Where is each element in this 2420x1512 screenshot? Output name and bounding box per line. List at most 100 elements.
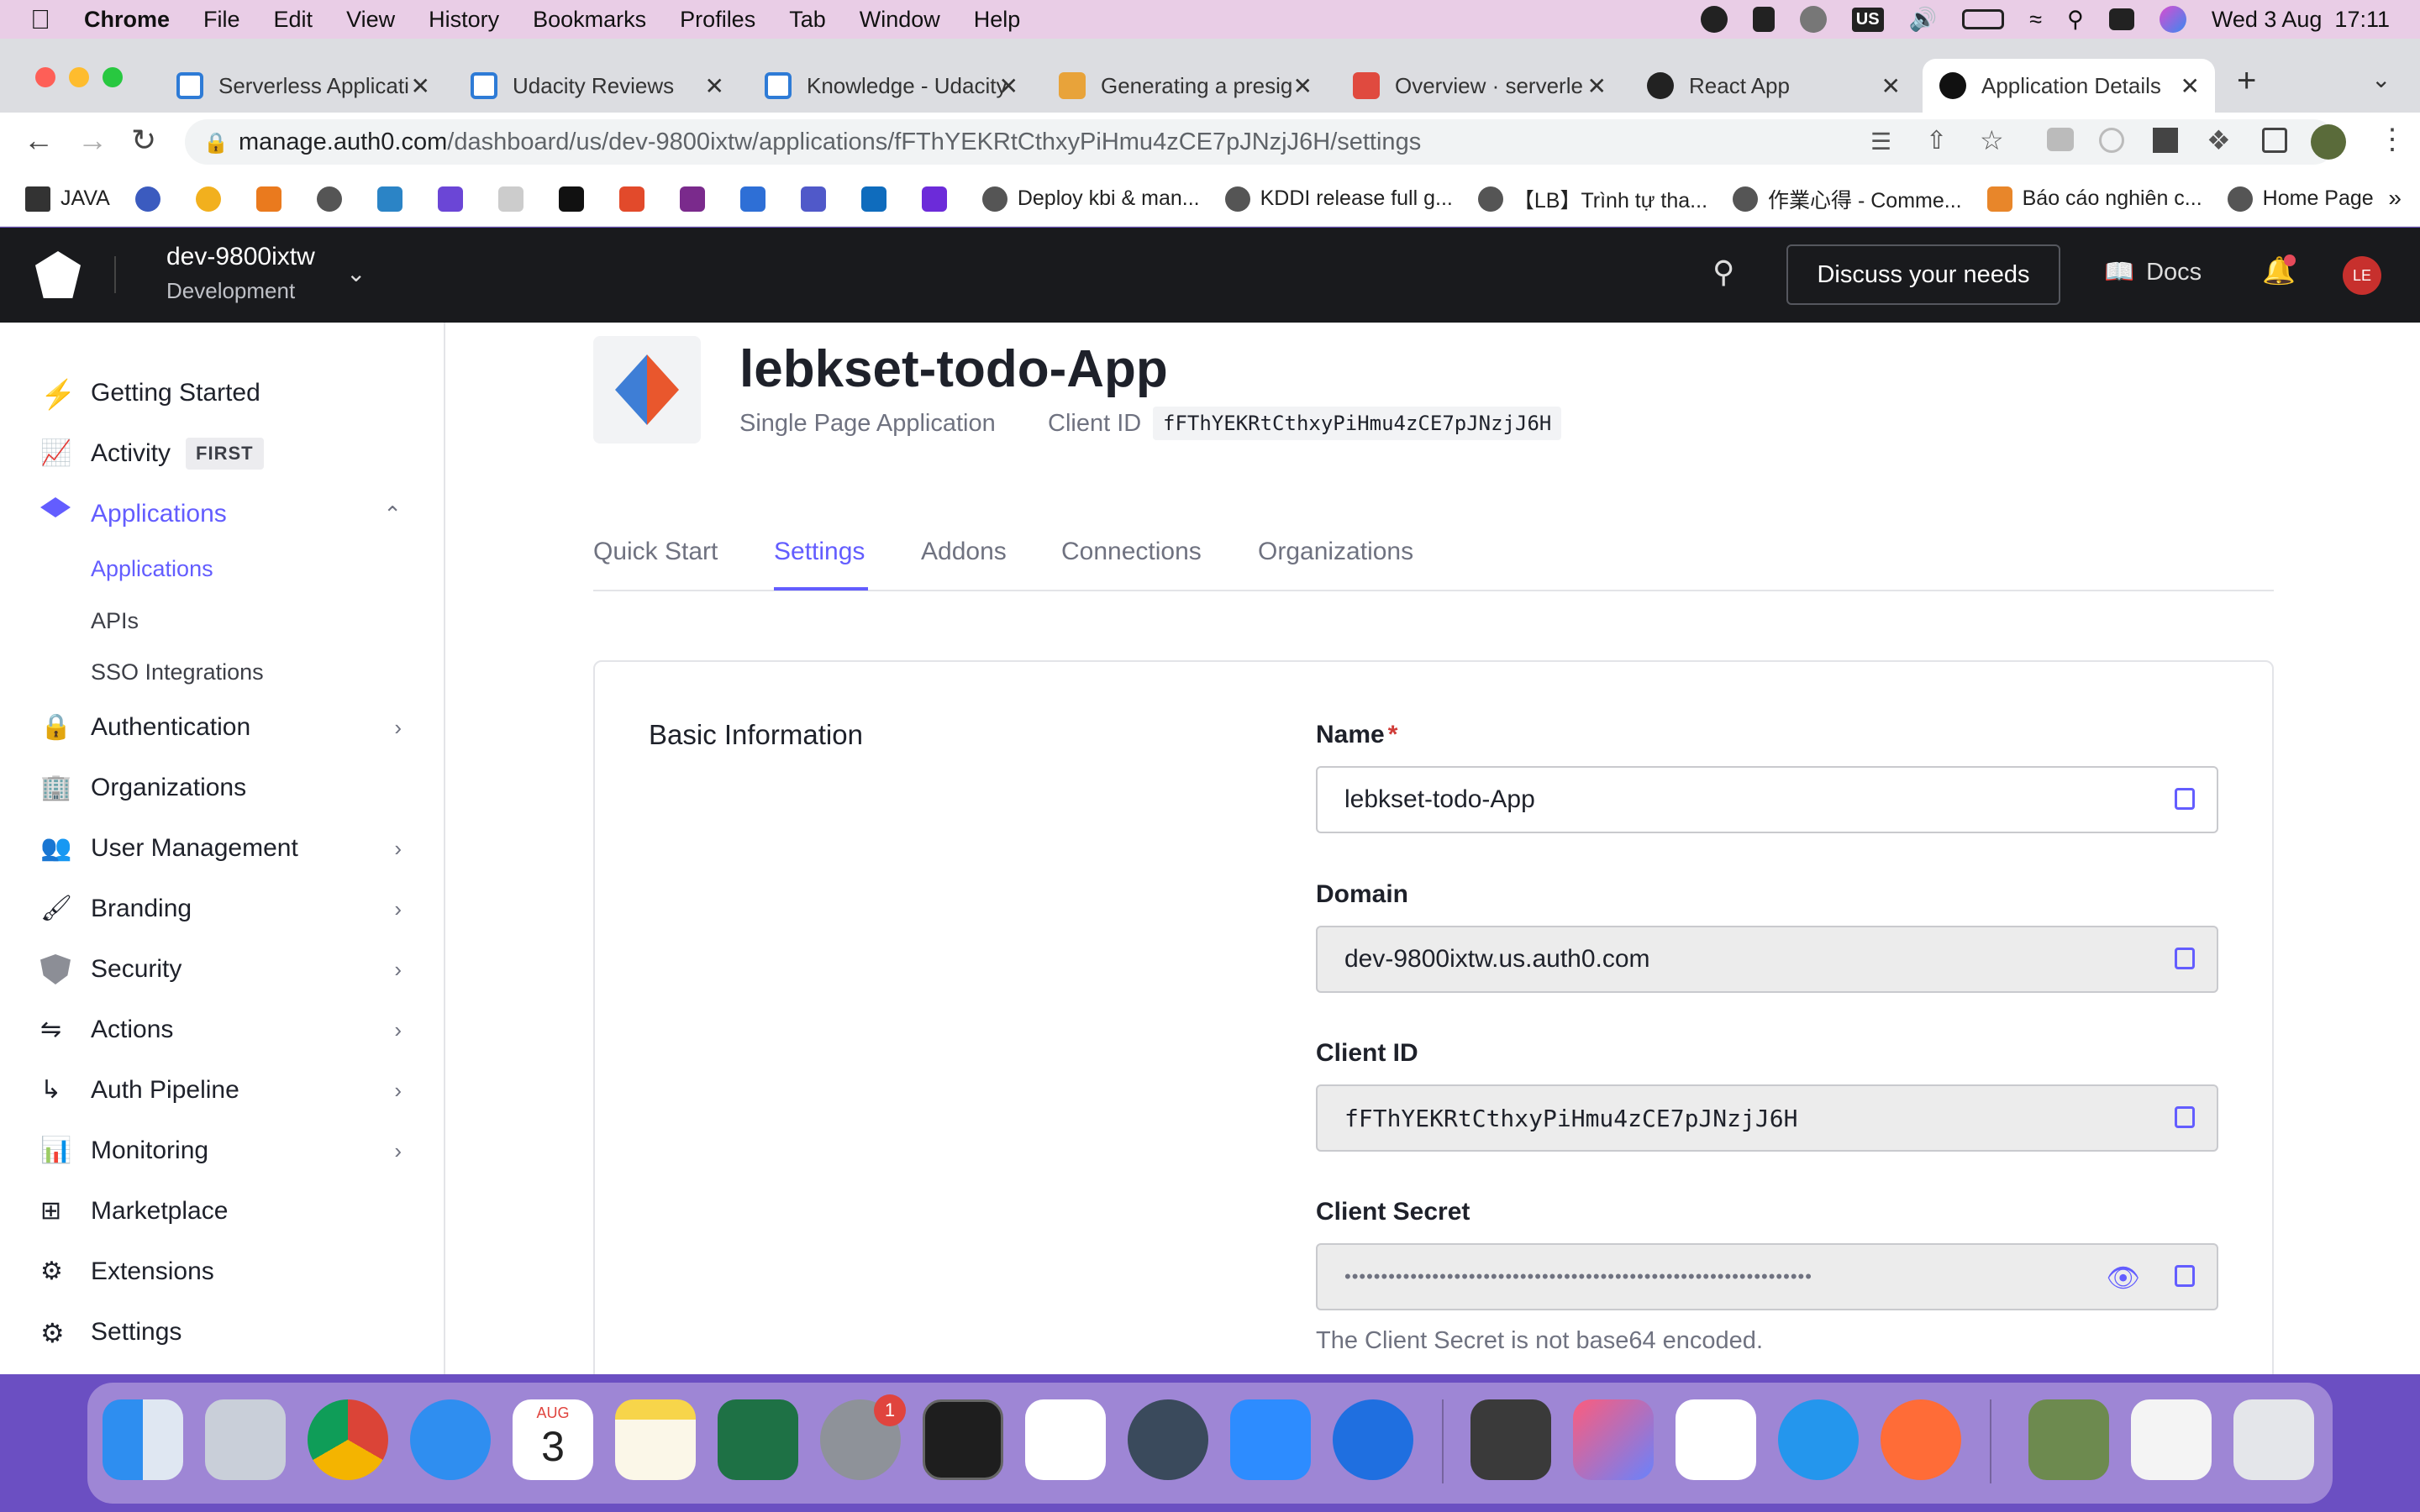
window-zoom-button[interactable]	[103, 67, 123, 87]
bookmark-item[interactable]	[558, 186, 594, 212]
quicktime-icon[interactable]	[1128, 1399, 1208, 1480]
menu-edit[interactable]: Edit	[274, 7, 313, 33]
browser-tab[interactable]: Udacity Reviews ✕	[454, 59, 739, 113]
battery-icon[interactable]	[1962, 9, 2005, 29]
bookmark-item[interactable]	[134, 186, 171, 212]
auth0-logo-icon[interactable]	[35, 251, 81, 298]
docker-icon[interactable]	[1778, 1399, 1859, 1480]
sidebar-item-user-management[interactable]: 👥 User Management ›	[0, 823, 445, 874]
close-tab-icon[interactable]: ✕	[1293, 72, 1313, 100]
tab-settings[interactable]: Settings	[774, 538, 865, 566]
sublime-text-icon[interactable]	[1470, 1399, 1551, 1480]
wifi-icon[interactable]: ≈	[2029, 7, 2042, 33]
sidebar-item-monitoring[interactable]: 📊 Monitoring ›	[0, 1126, 445, 1176]
reload-icon[interactable]: ↻	[131, 123, 156, 158]
bookmark-item[interactable]	[921, 186, 957, 212]
trash-icon[interactable]	[2233, 1399, 2314, 1480]
address-bar[interactable]: 🔒 manage.auth0.com/dashboard/us/dev-9800…	[185, 119, 2336, 165]
browser-tab[interactable]: React App ✕	[1630, 59, 1916, 113]
bookmark-item[interactable]	[860, 186, 897, 212]
postman-icon[interactable]	[1881, 1399, 1961, 1480]
copy-icon[interactable]	[2175, 948, 2195, 969]
browser-tab[interactable]: Knowledge - Udacity ✕	[748, 59, 1034, 113]
menu-history[interactable]: History	[429, 7, 499, 33]
input-source-icon[interactable]: US	[1851, 7, 1884, 32]
translate-icon[interactable]: ☰	[1870, 128, 1891, 155]
site-info-icon[interactable]: 🔒	[203, 131, 229, 155]
back-icon[interactable]: ←	[24, 123, 54, 158]
notes-icon[interactable]	[615, 1399, 696, 1480]
menu-tab[interactable]: Tab	[789, 7, 826, 33]
intellij-icon[interactable]	[1573, 1399, 1654, 1480]
bookmark-item[interactable]	[679, 186, 715, 212]
sidebar-subitem-sso-integrations[interactable]: SSO Integrations	[91, 659, 264, 685]
sidebar-item-branding[interactable]: 🖌 Branding ›	[0, 884, 445, 934]
new-tab-icon[interactable]: +	[2237, 62, 2256, 100]
safari-icon[interactable]	[410, 1399, 491, 1480]
close-tab-icon[interactable]: ✕	[705, 72, 724, 100]
sidebar-item-marketplace[interactable]: ⊞ Marketplace	[0, 1186, 445, 1236]
menu-app-name[interactable]: Chrome	[84, 7, 170, 33]
tab-organizations[interactable]: Organizations	[1258, 538, 1413, 566]
chrome-icon[interactable]	[308, 1399, 388, 1480]
menubar-clock[interactable]: Wed 3 Aug 17:11	[2212, 7, 2390, 33]
close-tab-icon[interactable]: ✕	[999, 72, 1018, 100]
status-app-icon[interactable]	[1700, 6, 1728, 33]
close-tab-icon[interactable]: ✕	[1587, 72, 1607, 100]
window-close-button[interactable]	[35, 67, 55, 87]
bookmark-item[interactable]: Báo cáo nghiên c...	[1986, 186, 2202, 212]
sidebar-item-organizations[interactable]: 🏢 Organizations	[0, 763, 445, 813]
sidebar-subitem-applications[interactable]: Applications	[91, 556, 213, 582]
eye-icon[interactable]: 👁	[2106, 1262, 2141, 1294]
spotlight-search-icon[interactable]: ⚲	[2067, 7, 2084, 33]
bookmark-item[interactable]	[800, 186, 836, 212]
search-icon[interactable]: ⚲	[1712, 255, 1734, 290]
sidebar-item-security[interactable]: Security ›	[0, 944, 445, 995]
bookmark-item[interactable]: 作業心得 - Comme...	[1733, 184, 1962, 214]
bookmark-item[interactable]	[437, 186, 473, 212]
document-stack-icon[interactable]	[2131, 1399, 2212, 1480]
bookmark-star-icon[interactable]: ☆	[1980, 124, 2004, 156]
share-icon[interactable]: ⇧	[1926, 126, 1947, 155]
clipboard-icon[interactable]	[1752, 7, 1775, 32]
siri-icon[interactable]	[2159, 6, 2186, 33]
sidebar-item-applications[interactable]: Applications ⌃	[0, 489, 445, 539]
side-panel-icon[interactable]	[2262, 128, 2287, 153]
sidebar-item-actions[interactable]: ⇋ Actions ›	[0, 1005, 445, 1055]
excel-icon[interactable]	[718, 1399, 798, 1480]
sidebar-item-auth-pipeline[interactable]: ↳ Auth Pipeline ›	[0, 1065, 445, 1116]
copy-icon[interactable]	[2175, 1106, 2195, 1128]
finder-icon[interactable]	[103, 1399, 183, 1480]
close-tab-icon[interactable]: ✕	[1881, 72, 1901, 100]
menu-help[interactable]: Help	[974, 7, 1021, 33]
user-avatar[interactable]: LE	[2343, 256, 2381, 295]
extension-icon[interactable]	[2099, 128, 2124, 153]
menu-profiles[interactable]: Profiles	[680, 7, 755, 33]
bookmark-item[interactable]	[497, 186, 534, 212]
bookmark-item[interactable]	[376, 186, 413, 212]
browser-tab[interactable]: Serverless Applicati ✕	[160, 59, 445, 113]
bookmark-item[interactable]: 【LB】Trình tự tha...	[1477, 184, 1707, 214]
tab-connections[interactable]: Connections	[1061, 538, 1202, 566]
preview-icon[interactable]	[2028, 1399, 2109, 1480]
copy-icon[interactable]	[2175, 1265, 2195, 1287]
browser-tab-active[interactable]: Application Details ✕	[1923, 59, 2215, 113]
sidebar-item-authentication[interactable]: 🔒 Authentication ›	[0, 702, 445, 753]
calendar-icon[interactable]: AUG 3	[513, 1399, 593, 1480]
forward-icon[interactable]: →	[77, 123, 108, 158]
sidebar-item-getting-started[interactable]: ⚡ Getting Started	[0, 368, 445, 418]
client-id-field[interactable]: fFThYEKRtCthxyPiHmu4zCE7pJNzjJ6H	[1316, 1084, 2218, 1152]
sidebar-item-extensions[interactable]: ⚙ Extensions	[0, 1247, 445, 1297]
menu-window[interactable]: Window	[860, 7, 940, 33]
slack-icon[interactable]	[1025, 1399, 1106, 1480]
globe-status-icon[interactable]	[1799, 6, 1827, 33]
tab-search-icon[interactable]: ⌄	[2371, 66, 2391, 93]
docs-link[interactable]: 📖 Docs	[2104, 258, 2202, 286]
bookmark-item[interactable]: KDDI release full g...	[1224, 186, 1453, 212]
client-id-header-value[interactable]: fFThYEKRtCthxyPiHmu4zCE7pJNzjJ6H	[1153, 407, 1562, 440]
tab-addons[interactable]: Addons	[921, 538, 1007, 566]
discuss-needs-button[interactable]: Discuss your needs	[1786, 244, 2060, 305]
sidebar-item-activity[interactable]: 📈 Activity FIRST	[0, 428, 445, 479]
qr-extension-icon[interactable]	[2153, 128, 2178, 153]
control-center-icon[interactable]	[2108, 8, 2134, 30]
